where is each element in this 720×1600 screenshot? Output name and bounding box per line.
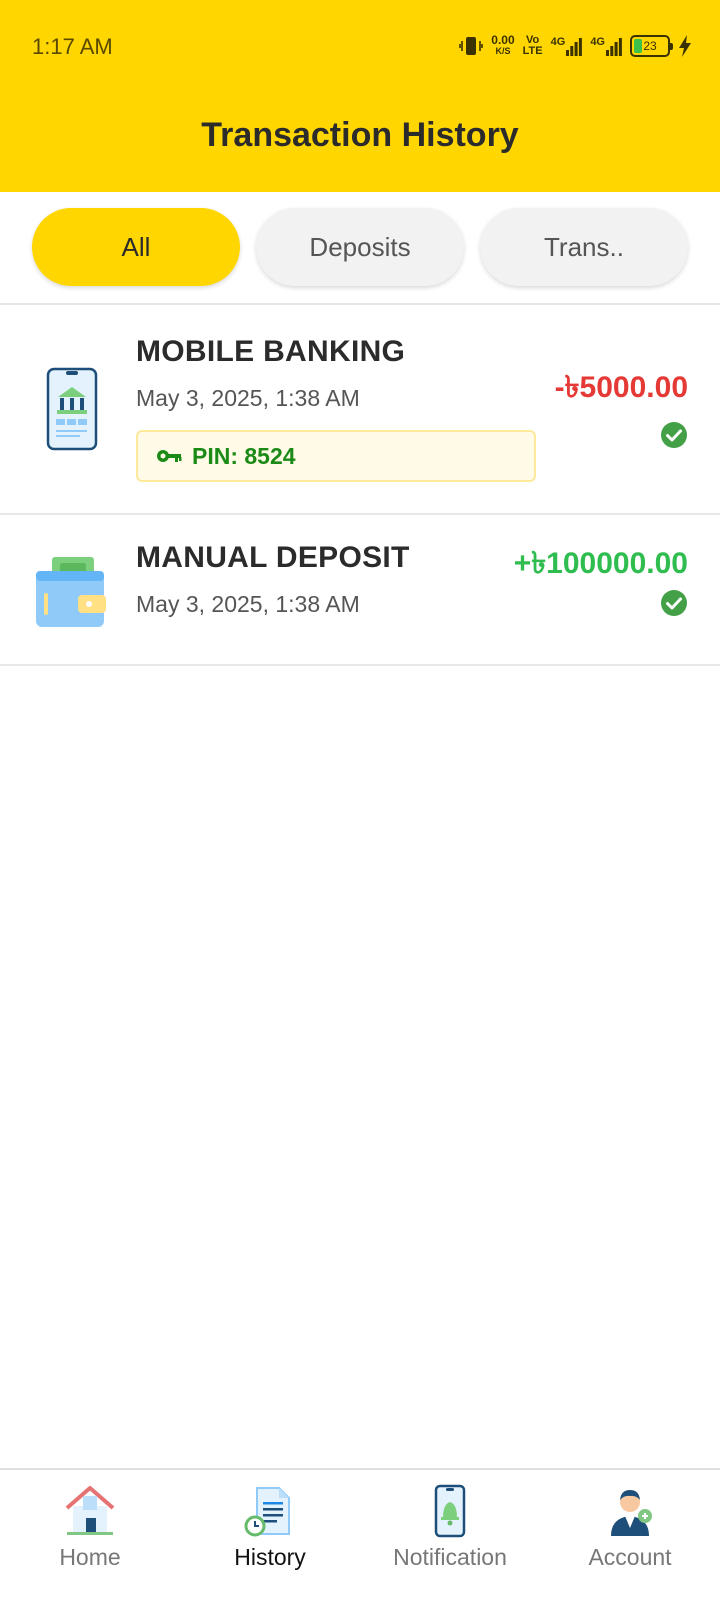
nav-home-label: Home	[59, 1544, 121, 1570]
transaction-title: MOBILE BANKING	[136, 335, 406, 368]
transaction-row[interactable]: MOBILE BANKING May 3, 2025, 1:38 AM PIN:…	[0, 305, 720, 515]
nav-notification[interactable]: Notification	[360, 1470, 540, 1600]
tab-deposits[interactable]: Deposits	[256, 208, 464, 286]
check-circle-icon	[661, 590, 687, 616]
bottom-nav: Home History Notification Account	[0, 1468, 720, 1600]
pin-text: PIN: 8524	[192, 442, 296, 469]
nav-history[interactable]: History	[180, 1470, 360, 1600]
key-icon	[157, 450, 182, 462]
mobile-bank-icon	[46, 367, 98, 451]
app-header: 1:17 AM 0.00 K/S Vo LTE 4G 4G 23 Transac…	[0, 0, 720, 192]
charging-icon	[679, 35, 691, 57]
transaction-amount: +৳100000.00	[513, 547, 688, 580]
network-type-1: 4G	[550, 36, 566, 48]
tab-all[interactable]: All	[32, 208, 240, 286]
history-icon	[244, 1487, 290, 1537]
signal-1: 4G	[551, 36, 583, 56]
page-title: Transaction History	[201, 116, 519, 154]
status-time: 1:17 AM	[32, 34, 113, 59]
signal-icon	[566, 38, 583, 56]
transaction-date: May 3, 2025, 1:38 AM	[136, 385, 360, 411]
nav-account[interactable]: Account	[540, 1470, 720, 1600]
network-speed: 0.00 K/S	[491, 33, 515, 57]
transaction-date: May 3, 2025, 1:38 AM	[136, 591, 360, 617]
signal-2: 4G	[590, 36, 622, 56]
transaction-row[interactable]: MANUAL DEPOSIT May 3, 2025, 1:38 AM +৳10…	[0, 515, 720, 666]
nav-home[interactable]: Home	[0, 1470, 180, 1600]
filter-tabs: All Deposits Trans..	[32, 208, 688, 286]
pin-badge: PIN: 8524	[136, 430, 536, 482]
tab-transfers[interactable]: Trans..	[480, 208, 688, 286]
transaction-title: MANUAL DEPOSIT	[136, 541, 410, 574]
status-icons: 0.00 K/S Vo LTE 4G 4G 23	[459, 30, 692, 62]
battery-icon: 23	[630, 35, 673, 57]
account-icon	[611, 1490, 652, 1536]
battery-level: 23	[643, 39, 657, 53]
speed-value: 0.00	[491, 33, 515, 47]
signal-icon	[606, 38, 622, 56]
nav-notification-label: Notification	[393, 1544, 507, 1570]
check-circle-icon	[661, 422, 687, 448]
vibrate-icon	[459, 37, 484, 55]
volte-indicator: Vo LTE	[523, 35, 543, 57]
nav-history-label: History	[234, 1544, 306, 1570]
home-icon	[65, 1486, 115, 1535]
nav-account-label: Account	[588, 1544, 672, 1570]
volte-bottom: LTE	[522, 45, 543, 57]
speed-unit: K/S	[495, 46, 511, 56]
network-type-2: 4G	[590, 36, 605, 48]
notification-icon	[434, 1484, 466, 1538]
transaction-amount: -৳5000.00	[554, 371, 688, 404]
wallet-icon	[36, 557, 106, 627]
